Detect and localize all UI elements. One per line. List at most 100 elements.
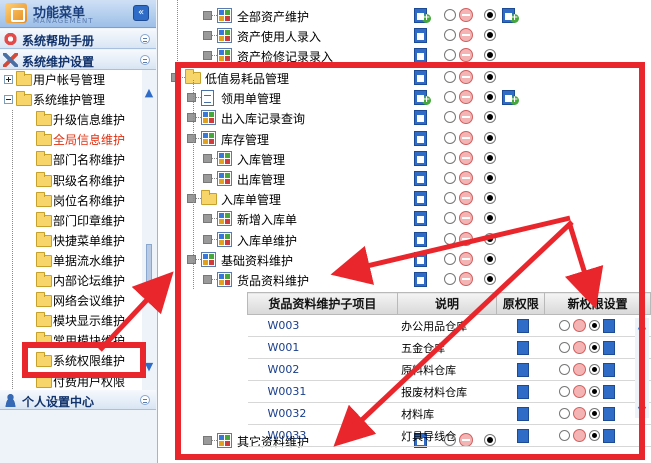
permission-radio-allow[interactable] [558,364,570,375]
section-maintenance-toggle-icon[interactable] [140,55,150,65]
permission-radio-allow[interactable] [444,9,456,21]
permission-box-icon[interactable] [516,318,529,333]
expand-plus-icon[interactable] [4,75,13,84]
permission-radio-selected[interactable] [484,192,496,205]
permission-tree-label[interactable]: 低值易耗品管理 [205,70,289,87]
deny-circle-icon[interactable] [459,171,473,185]
permission-box-icon[interactable] [414,211,427,227]
permission-box-icon[interactable] [502,8,519,23]
deny-circle-icon[interactable] [459,110,473,125]
permission-radio-selected[interactable] [588,320,600,331]
sidebar-tree-item[interactable]: 职级名称维护 [0,170,142,191]
permission-radio-selected[interactable] [484,49,496,61]
permission-box-icon[interactable] [602,384,615,399]
permission-box-icon[interactable] [516,384,529,399]
scroll-up-icon[interactable]: ▲ [144,87,154,98]
permission-radio-allow[interactable] [558,320,570,331]
permission-tree-label[interactable]: 全部资产维护 [237,8,309,25]
permission-box-icon[interactable] [414,272,427,287]
permission-box-icon[interactable] [516,406,529,421]
sidebar-tree-item[interactable]: 用户帐号管理 [0,70,142,90]
permission-box-icon[interactable] [414,130,427,146]
permission-radio-selected[interactable] [484,232,496,245]
permission-radio-allow[interactable] [444,29,456,41]
permission-box-icon[interactable] [414,191,427,207]
deny-circle-icon[interactable] [572,319,586,332]
permission-radio-selected[interactable] [484,252,496,265]
section-personal[interactable]: 个人设置中心 [0,390,156,410]
permission-radio-allow[interactable] [558,430,570,441]
deny-circle-icon[interactable] [459,28,473,42]
permission-radio-allow[interactable] [558,408,570,419]
sidebar-tree-item[interactable]: 升级信息维护 [0,110,142,131]
permission-radio-allow[interactable] [444,192,456,205]
sidebar-tree-item[interactable]: 部门印章维护 [0,210,142,231]
table-scroll-up-icon[interactable]: ▲ [637,319,647,330]
permission-tree-label[interactable]: 入库管理 [237,151,285,168]
permission-radio-allow[interactable] [444,71,456,83]
permission-tree-label[interactable]: 领用单管理 [221,90,281,107]
permission-radio-allow[interactable] [444,232,456,245]
section-help[interactable]: 系统帮助手册 [0,29,156,49]
permission-radio-selected[interactable] [588,430,600,441]
permission-radio-selected[interactable] [484,131,496,144]
permission-radio-allow[interactable] [444,91,456,104]
table-row[interactable]: W003 办公用品仓库 [247,314,651,337]
permission-radio-selected[interactable] [588,364,600,375]
permission-radio-allow[interactable] [444,131,456,144]
permission-tree-label[interactable]: 资产检修记录录入 [237,48,333,65]
table-row[interactable]: W0032 材料库 [247,402,651,425]
permission-box-icon[interactable] [414,150,427,166]
permission-box-icon[interactable] [414,251,427,267]
deny-circle-icon[interactable] [459,150,473,165]
sidebar-tree-item[interactable]: 岗位名称维护 [0,190,142,211]
sidebar-tree-item[interactable]: 系统维护管理 [0,90,142,110]
permission-box-icon[interactable] [602,406,615,421]
permission-box-icon[interactable] [414,110,427,126]
permission-box-icon[interactable] [414,8,431,23]
deny-circle-icon[interactable] [459,130,473,145]
permission-tree-label[interactable]: 入库单管理 [221,191,281,208]
permission-radio-allow[interactable] [444,252,456,265]
permission-tree-label[interactable]: 出库管理 [237,171,285,188]
table-scrollbar[interactable]: ▲ ▼ [635,318,649,418]
permission-box-icon[interactable] [602,428,615,443]
deny-circle-icon[interactable] [459,272,473,286]
permission-radio-selected[interactable] [588,342,600,353]
permission-box-icon[interactable] [414,70,427,85]
permission-radio-selected[interactable] [484,151,496,164]
permission-radio-selected[interactable] [484,111,496,124]
permission-tree-label[interactable]: 库存管理 [221,131,269,148]
permission-box-icon[interactable] [602,340,615,355]
permission-radio-allow[interactable] [444,172,456,184]
deny-circle-icon[interactable] [459,211,473,226]
permission-box-icon[interactable] [414,171,427,186]
sidebar-tree-item[interactable]: 付费用户权限 [0,371,142,390]
section-personal-toggle-icon[interactable] [140,395,150,405]
permission-radio-selected[interactable] [588,386,600,397]
permission-box-icon[interactable] [414,28,427,43]
table-row[interactable]: W001 五金仓库 [247,336,651,359]
permission-box-icon[interactable] [516,428,529,443]
table-scroll-down-icon[interactable]: ▼ [637,405,647,416]
deny-circle-icon[interactable] [459,191,473,206]
permission-box-icon[interactable] [414,231,427,247]
deny-circle-icon[interactable] [572,407,586,420]
permission-radio-selected[interactable] [484,273,496,285]
permission-radio-selected[interactable] [484,71,496,83]
deny-circle-icon[interactable] [459,70,473,84]
deny-circle-icon[interactable] [459,231,473,246]
deny-circle-icon[interactable] [459,48,473,62]
permission-radio-selected[interactable] [484,29,496,41]
permission-tree-label[interactable]: 出入库记录查询 [221,110,305,127]
table-scroll-thumb[interactable] [639,332,645,362]
deny-circle-icon[interactable] [572,341,586,354]
permission-tree-label[interactable]: 基础资料维护 [221,252,293,269]
permission-radio-allow[interactable] [444,273,456,285]
permission-box-icon[interactable] [414,48,427,63]
sidebar-tree-item[interactable]: 快捷菜单维护 [0,230,142,251]
sidebar-tree-item[interactable]: 内部论坛维护 [0,271,142,291]
deny-circle-icon[interactable] [459,90,473,105]
permission-radio-selected[interactable] [588,408,600,419]
permission-tree-label[interactable]: 入库单维护 [237,232,297,249]
